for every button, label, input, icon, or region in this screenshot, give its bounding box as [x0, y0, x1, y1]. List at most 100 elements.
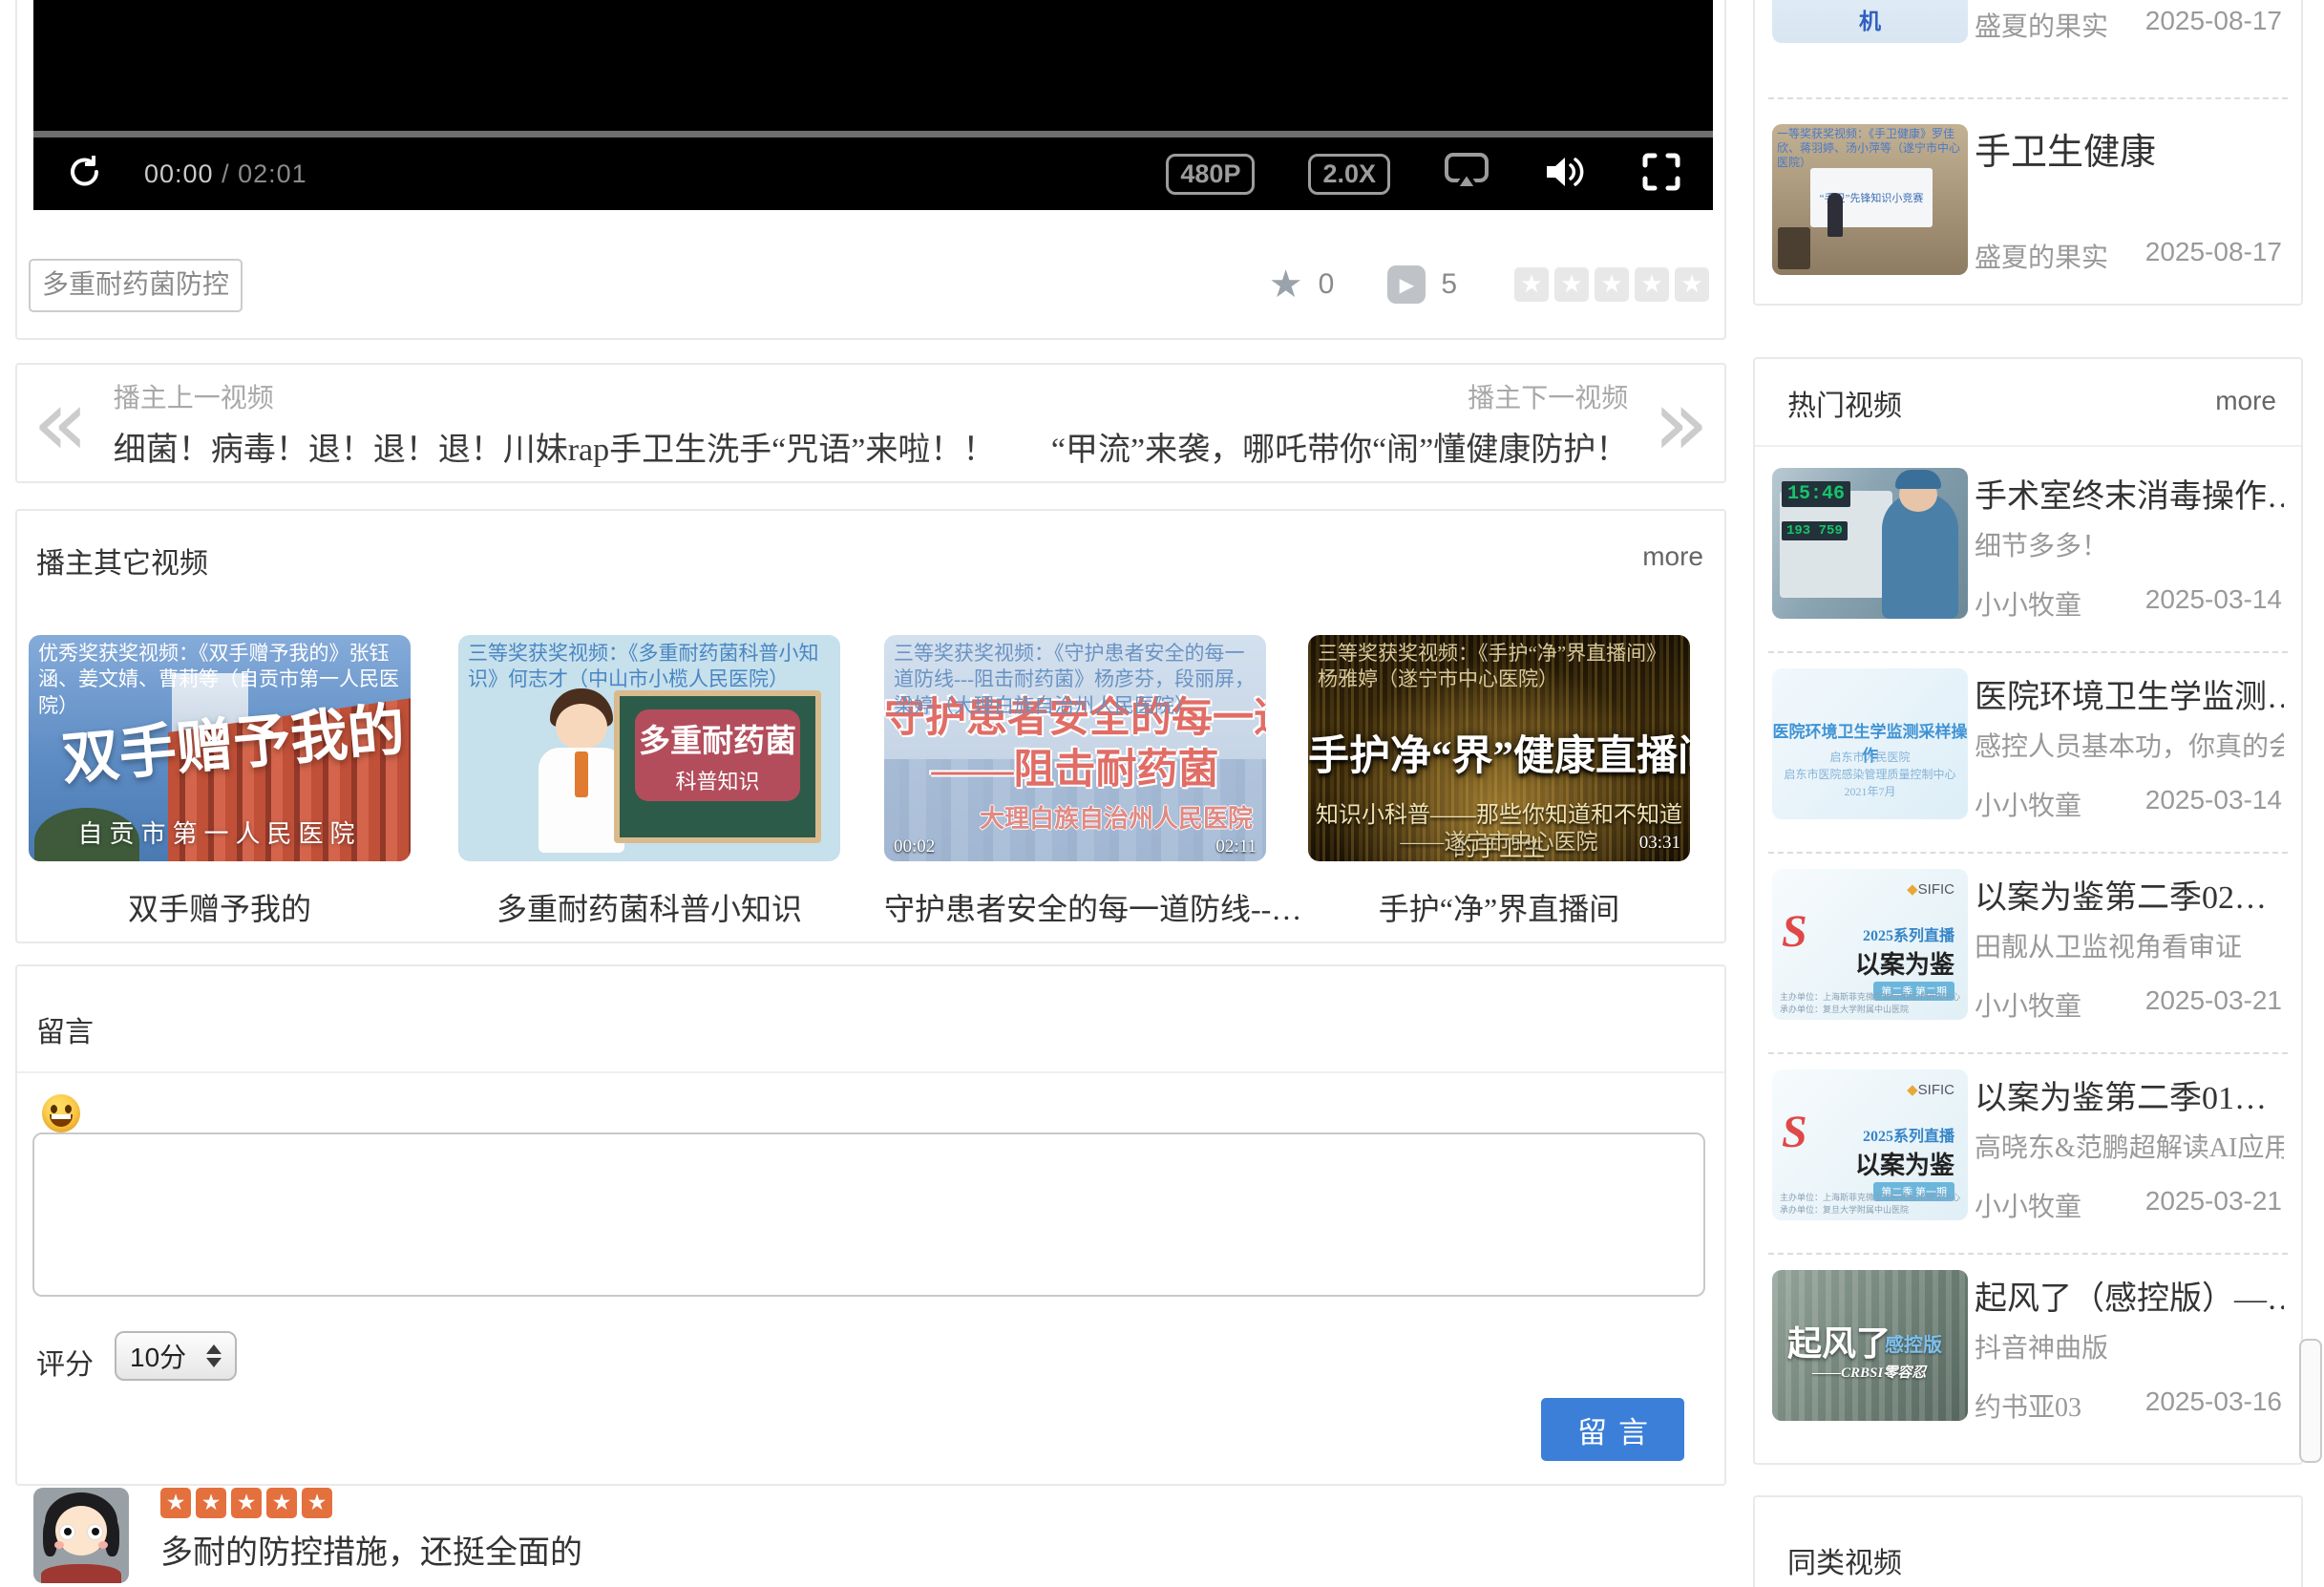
video-date: 2025-03-21: [2145, 985, 2282, 1016]
other-videos-card: 播主其它视频 more 优秀奖获奖视频：《双手赠予我的》张钰涵、姜文婧、曹莉等（…: [15, 509, 1726, 943]
favorite-count: 0: [1319, 268, 1335, 301]
hot-video-item[interactable]: S ◆SIFIC 2025系列直播 以案为鉴 第二季 第一期 主办单位：上海斯菲…: [1772, 1069, 2284, 1257]
volume-icon[interactable]: [1543, 153, 1589, 196]
hot-video-title[interactable]: 以案为鉴第二季02…: [1975, 871, 2284, 918]
video-date: 2025-03-21: [2145, 1186, 2282, 1217]
rating-star-icon[interactable]: ★: [1595, 267, 1629, 302]
airplay-icon[interactable]: [1444, 152, 1489, 197]
hot-video-thumb[interactable]: 15:46 193 759: [1772, 468, 1968, 619]
next-video-title[interactable]: “甲流”来袭，哪吒带你“闹”懂健康防护！: [1051, 423, 1628, 470]
quality-button[interactable]: 480P: [1166, 154, 1255, 195]
thumb-led-digits: 193 759: [1782, 521, 1848, 540]
video-author: 盛夏的果实: [1975, 237, 2108, 275]
recent-video-title[interactable]: 手卫生健康: [1975, 122, 2282, 175]
submit-comment-button[interactable]: 留言: [1541, 1398, 1684, 1461]
hot-video-thumb[interactable]: 医院环境卫生学监测采样操作 启东市人民医院 启东市医院感染管理质量控制中心 20…: [1772, 668, 1968, 819]
comment-text: 多耐的防控措施，还挺全面的: [160, 1526, 582, 1573]
thumb-overlay-title: 手护净“界”健康直播间: [1308, 723, 1690, 782]
thumb-caption: 优秀奖获奖视频：《双手赠予我的》张钰涵、姜文婧、曹莉等（自贡市第一人民医院）: [38, 641, 403, 719]
thumb-tagline: 2025系列直播: [1863, 1123, 1954, 1146]
play-count: 5: [1441, 268, 1457, 301]
thumb-led-clock: 15:46: [1782, 481, 1850, 507]
hot-video-subtitle: 细节多多！: [1975, 525, 2284, 563]
rating-select[interactable]: 10分: [115, 1331, 237, 1381]
prev-chevrons-icon: «: [32, 394, 89, 452]
hot-video-item[interactable]: S ◆SIFIC 2025系列直播 以案为鉴 第二季 第二期 主办单位：上海斯菲…: [1772, 869, 2284, 1056]
comment-star-icon: ★: [196, 1488, 226, 1518]
prev-video-title[interactable]: 细菌！病毒！退！退！退！川妹rap手卫生洗手“咒语”来啦！！: [114, 423, 996, 470]
hot-video-thumb[interactable]: S ◆SIFIC 2025系列直播 以案为鉴 第二季 第一期 主办单位：上海斯菲…: [1772, 1069, 1968, 1220]
time-display: 00:00 / 02:01: [144, 159, 307, 189]
prev-video-link[interactable]: « 播主上一视频 细菌！病毒！退！退！退！川妹rap手卫生洗手“咒语”来啦！！: [32, 377, 995, 470]
other-video-title[interactable]: 手护“净”界直播间: [1308, 885, 1690, 929]
similar-videos-card: 同类视频: [1753, 1495, 2303, 1587]
thumb-org-line: 主办单位：上海斯菲克微生物应用技术研究中心: [1780, 990, 1960, 1003]
thumb-caption: 三等奖获奖视频：《多重耐药菌科普小知识》何志才（中山市小榄人民医院）: [468, 641, 833, 693]
other-video-title[interactable]: 双手赠予我的: [29, 885, 411, 929]
thumb-main-title: 起风了: [1787, 1316, 1891, 1365]
comment-rating-stars: ★ ★ ★ ★ ★: [160, 1488, 332, 1518]
next-video-label: 播主下一视频: [1051, 377, 1628, 415]
other-video-title[interactable]: 多重耐药菌科普小知识: [458, 885, 840, 929]
video-author: 约书亚03: [1975, 1386, 2081, 1425]
speed-button[interactable]: 2.0X: [1308, 154, 1390, 195]
thumb-time-start: 00:02: [894, 836, 935, 857]
rating-star-icon[interactable]: ★: [1675, 267, 1709, 302]
other-video-thumb[interactable]: 三等奖获奖视频：《多重耐药菌科普小知识》何志才（中山市小榄人民医院） 多重耐药菌…: [458, 635, 840, 861]
comment-star-icon: ★: [231, 1488, 262, 1518]
comments-header: 留言: [36, 1008, 94, 1050]
hot-video-subtitle: 抖音神曲版: [1975, 1327, 2284, 1365]
prev-video-label: 播主上一视频: [114, 377, 996, 415]
thumb-brand: ◆SIFIC: [1907, 880, 1954, 898]
other-videos-header: 播主其它视频: [36, 540, 208, 582]
thumb-tagline: 2025系列直播: [1863, 922, 1954, 945]
rating-star-icon[interactable]: ★: [1635, 267, 1669, 302]
hot-videos-more-link[interactable]: more: [2215, 386, 2276, 416]
next-video-link[interactable]: 播主下一视频 “甲流”来袭，哪吒带你“闹”懂健康防护！ »: [1051, 377, 1709, 470]
rating-widget[interactable]: ★ ★ ★ ★ ★: [1514, 267, 1709, 302]
other-videos-more-link[interactable]: more: [1642, 541, 1703, 572]
thumb-caption: 三等奖获奖视频：《守护患者安全的每一道防线---阻击耐药菌》杨彦芬，段丽屏，梁婷…: [894, 641, 1258, 719]
comments-card: 留言 评分 10分 留言: [15, 964, 1726, 1486]
fullscreen-icon[interactable]: [1642, 153, 1680, 196]
hot-video-thumb[interactable]: S ◆SIFIC 2025系列直播 以案为鉴 第二季 第二期 主办单位：上海斯菲…: [1772, 869, 1968, 1020]
rating-star-icon[interactable]: ★: [1554, 267, 1589, 302]
other-video-thumb[interactable]: 三等奖获奖视频：《手护“净”界直播间》杨雅婷（遂宁市中心医院） 手护净“界”健康…: [1308, 635, 1690, 861]
other-video-thumb[interactable]: 优秀奖获奖视频：《双手赠予我的》张钰涵、姜文婧、曹莉等（自贡市第一人民医院） 双…: [29, 635, 411, 861]
favorite-star-icon[interactable]: ★: [1269, 265, 1303, 304]
hot-video-title[interactable]: 医院环境卫生学监测…: [1975, 670, 2284, 717]
thumb-line: 2021年7月: [1772, 783, 1968, 799]
current-time: 00:00: [144, 159, 214, 188]
hot-video-item[interactable]: 医院环境卫生学监测采样操作 启东市人民医院 启东市医院感染管理质量控制中心 20…: [1772, 668, 2284, 856]
similar-videos-header: 同类视频: [1787, 1539, 1902, 1581]
replay-icon[interactable]: [66, 153, 104, 196]
other-video-title[interactable]: 守护患者安全的每一道防线--…: [884, 885, 1266, 929]
rating-select-value: 10分: [130, 1337, 186, 1375]
hot-video-title[interactable]: 手术室终末消毒操作…: [1975, 470, 2284, 517]
duration: 02:01: [238, 159, 307, 188]
hot-video-item[interactable]: 起风了 感控版 ——CRBSI零容忍 起风了（感控版）—… 抖音神曲版 约书亚0…: [1772, 1270, 2284, 1457]
video-author: 小小牧童: [1975, 1186, 2081, 1224]
hot-video-thumb[interactable]: 起风了 感控版 ——CRBSI零容忍: [1772, 1270, 1968, 1421]
rating-star-icon[interactable]: ★: [1514, 267, 1549, 302]
hot-video-title[interactable]: 以案为鉴第二季01…: [1975, 1071, 2284, 1118]
hot-video-subtitle: 田靓从卫监视角看审证: [1975, 926, 2284, 964]
thumb-time-end: 02:11: [1215, 836, 1257, 857]
page-scrollbar-thumb[interactable]: [2299, 1339, 2322, 1463]
video-date: 2025-08-17: [2145, 6, 2282, 36]
video-stats: ★ 0 ▶ 5 ★ ★ ★ ★ ★: [1269, 262, 1709, 307]
video-tag[interactable]: 多重耐药菌防控: [29, 259, 243, 312]
diamond-icon: ◆: [1907, 1082, 1918, 1098]
comment-input[interactable]: [32, 1132, 1705, 1297]
recent-video-thumb[interactable]: 一等奖获奖视频：《手卫健康》罗佳欣、蒋羽婷、汤小萍等（遂宁市中心医院） “手卫”…: [1772, 124, 1968, 275]
recent-video-thumb[interactable]: ——“感”退新生危机: [1772, 0, 1968, 43]
hot-video-item[interactable]: 15:46 193 759 手术室终末消毒操作… 细节多多！ 小小牧童 2025…: [1772, 468, 2284, 655]
thumb-line: 启东市医院感染管理质量控制中心: [1772, 766, 1968, 782]
other-video-thumb[interactable]: 三等奖获奖视频：《守护患者安全的每一道防线---阻击耐药菌》杨彦芬，段丽屏，梁婷…: [884, 635, 1266, 861]
time-separator: /: [214, 159, 239, 188]
play-count-icon: ▶: [1387, 265, 1426, 304]
hot-video-title[interactable]: 起风了（感控版）—…: [1975, 1272, 2284, 1319]
video-player[interactable]: 00:00 / 02:01 480P 2.0X: [33, 0, 1713, 210]
video-progress-bar[interactable]: [33, 131, 1713, 138]
grinning-emoji-icon[interactable]: [42, 1094, 80, 1132]
